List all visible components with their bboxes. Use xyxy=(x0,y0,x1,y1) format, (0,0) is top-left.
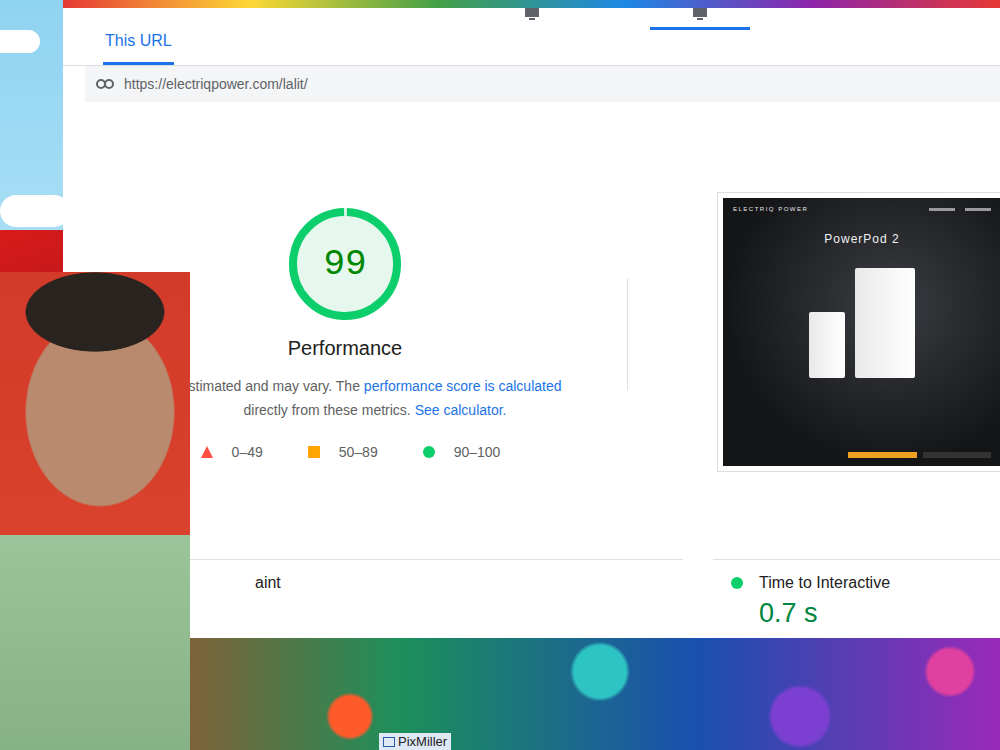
score-label: Performance xyxy=(288,337,403,360)
nav-link xyxy=(965,208,991,211)
score-gauge: 99 xyxy=(286,205,404,323)
page: This URL https://electriqpower.com/lalit/… xyxy=(0,0,1000,750)
screenshot-heading: PowerPod 2 xyxy=(733,232,991,246)
calculator-link[interactable]: See calculator. xyxy=(415,402,507,418)
battery xyxy=(855,268,915,378)
square-icon xyxy=(307,445,321,459)
divider xyxy=(627,278,628,390)
main-column: This URL https://electriqpower.com/lalit/… xyxy=(63,0,1000,638)
tab[interactable]: This URL xyxy=(103,30,174,65)
triangle-icon xyxy=(200,445,214,459)
metric-value: 0.7 s xyxy=(731,598,1000,629)
presenter-photo xyxy=(0,272,190,750)
metric-label: Time to Interactive xyxy=(731,574,1000,592)
metrics-row: aint Time to Interactive 0.7 s xyxy=(63,559,1000,638)
legend-item: 90–100 xyxy=(422,444,501,460)
screenshot-button xyxy=(848,452,917,458)
legend-item: 50–89 xyxy=(307,444,378,460)
legend-item: 0–49 xyxy=(200,444,263,460)
nav-link xyxy=(929,208,955,211)
circle-icon xyxy=(422,445,436,459)
screenshot-page: ELECTRIQ POWER PowerPod 2 xyxy=(723,198,1000,466)
inverter xyxy=(809,312,845,378)
status-dot xyxy=(731,577,743,589)
score-legend: 0–49 50–89 90–100 xyxy=(190,444,501,460)
screenshot-nav: ELECTRIQ POWER xyxy=(733,206,991,212)
tab-bar: This URL xyxy=(63,30,1000,66)
url-text: https://electriqpower.com/lalit/ xyxy=(124,76,308,92)
screenshot-nav-links xyxy=(929,208,991,211)
device-icon xyxy=(692,8,708,20)
score-section: 99 Performance stimated and may vary. The … xyxy=(63,102,1000,559)
device-tabs xyxy=(63,8,1000,30)
sky xyxy=(0,0,63,230)
metric-label: aint xyxy=(255,574,683,592)
watermark-icon xyxy=(383,737,395,747)
cloud xyxy=(0,195,63,227)
url-bar: https://electriqpower.com/lalit/ xyxy=(85,66,1000,102)
device-icon xyxy=(524,8,540,20)
page-screenshot: ELECTRIQ POWER PowerPod 2 xyxy=(717,192,1000,472)
metric: Time to Interactive 0.7 s xyxy=(713,559,1000,638)
device-tab[interactable] xyxy=(650,8,750,30)
screenshot-logo: ELECTRIQ POWER xyxy=(733,206,808,212)
score-value: 99 xyxy=(286,205,404,323)
link-icon xyxy=(96,79,114,89)
product-devices xyxy=(733,268,991,378)
screenshot-button xyxy=(923,452,992,458)
pagespeed-panel: This URL https://electriqpower.com/lalit/… xyxy=(63,8,1000,638)
calculated-link[interactable]: performance score is calculated xyxy=(364,378,562,394)
cloud xyxy=(0,30,40,53)
rainbow-border xyxy=(63,0,1000,8)
screenshot-buttons xyxy=(733,452,991,458)
device-tab[interactable] xyxy=(482,8,582,30)
watermark: PixMiller xyxy=(379,733,451,750)
score-description: stimated and may vary. The performance s… xyxy=(129,374,562,422)
